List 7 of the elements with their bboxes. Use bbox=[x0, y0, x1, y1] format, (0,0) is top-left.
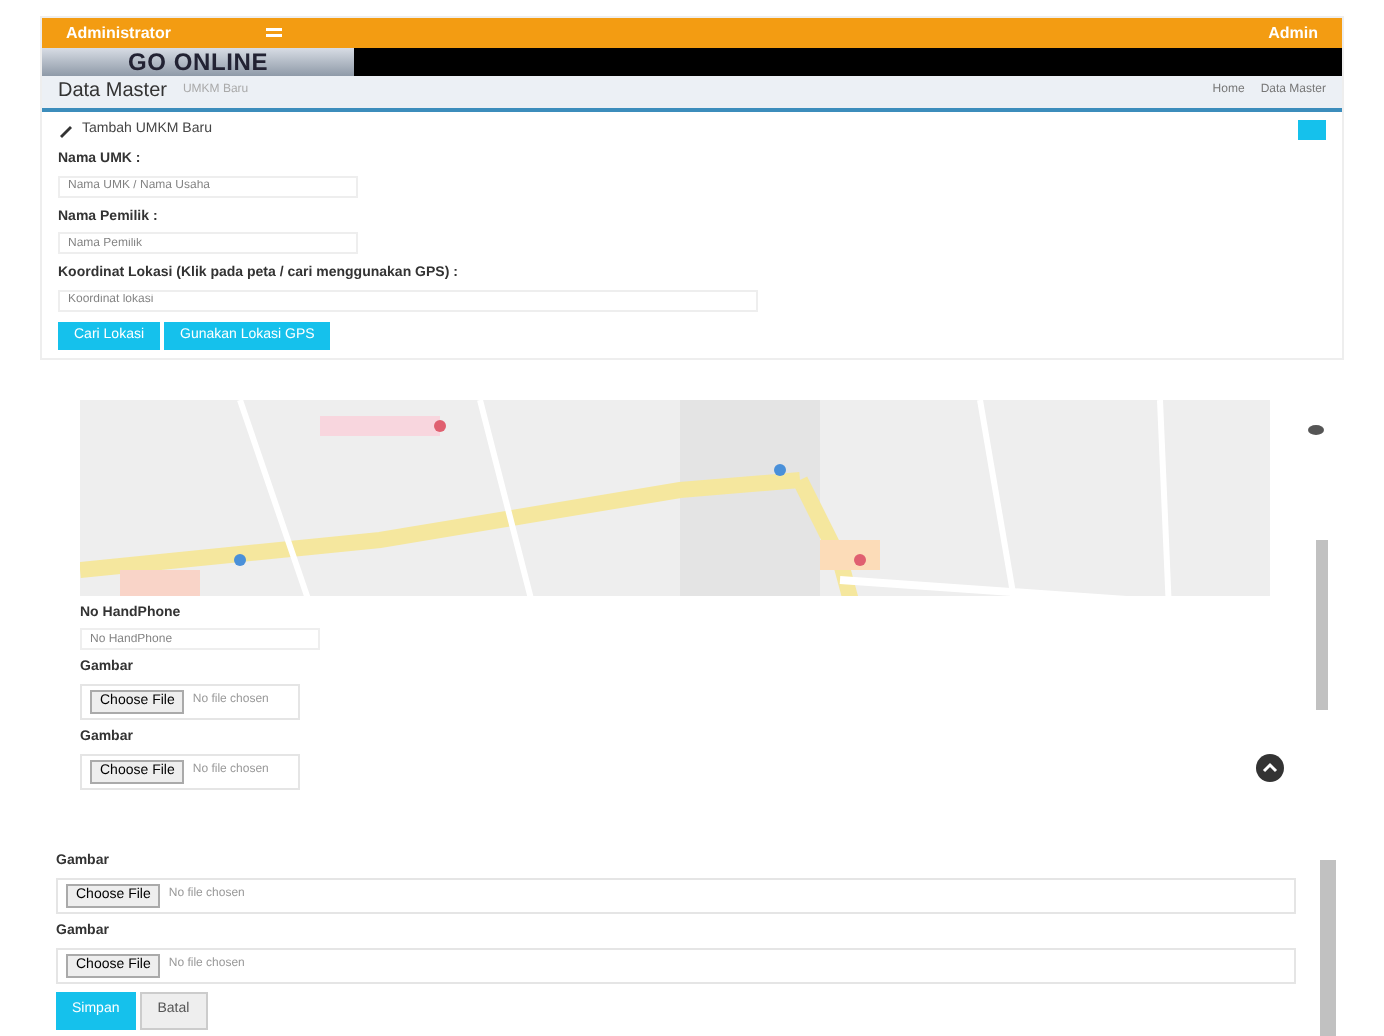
logo-banner: GO ONLINE bbox=[42, 48, 354, 77]
scroll-up-button[interactable] bbox=[1256, 754, 1284, 782]
eye-icon[interactable] bbox=[1307, 424, 1323, 436]
pencil-icon bbox=[58, 121, 74, 138]
account-link[interactable]: Admin bbox=[1268, 21, 1318, 46]
user-name[interactable]: Administrator bbox=[66, 21, 266, 46]
page-title: Data Master bbox=[58, 78, 167, 107]
